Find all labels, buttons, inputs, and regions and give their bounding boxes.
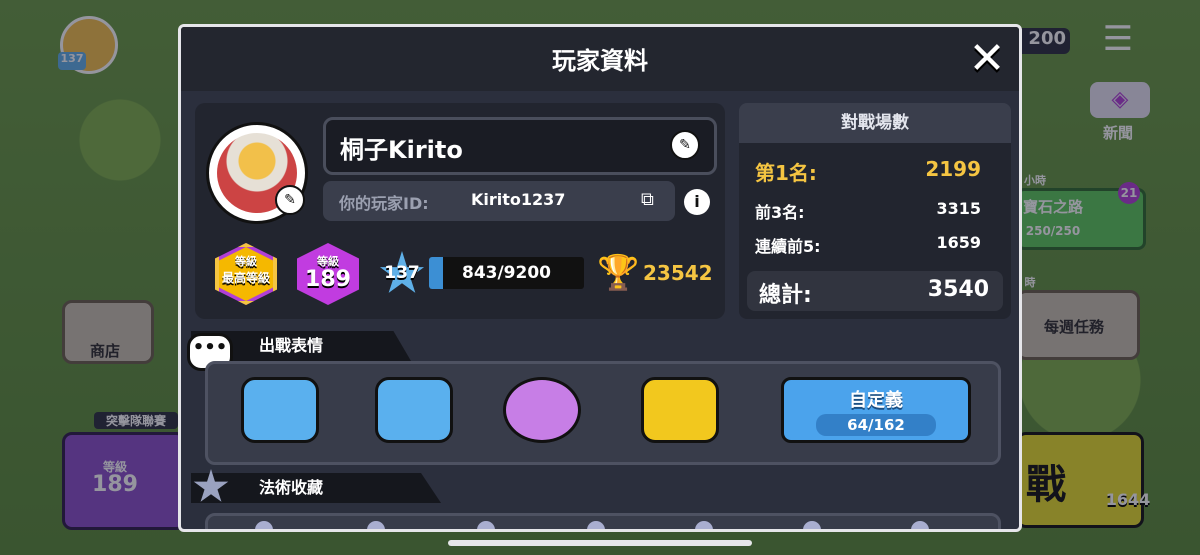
stat-row-top3: 前3名: 3315: [755, 199, 995, 225]
stat-first-value: 2199: [925, 157, 981, 181]
emote-slot-4[interactable]: [641, 377, 719, 443]
spells-section-title: 法術收藏: [191, 473, 441, 503]
player-profile-modal: 玩家資料 ✕ ✎ 桐子Kirito ✎ 你的玩家ID: Kirito1237 ⧉…: [178, 24, 1022, 532]
home-indicator: [448, 540, 752, 546]
battle-stats-panel: 第1名: 2199 前3名: 3315 連續前5: 1659 總計: 3540: [739, 143, 1011, 319]
player-id-value: Kirito1237: [471, 190, 566, 209]
customize-label: 自定義: [849, 390, 903, 411]
max-level-label-bottom: 最高等級: [221, 271, 270, 285]
trophy-count: 23542: [643, 261, 713, 285]
xp-level: 137: [384, 263, 420, 283]
spell-slot-7[interactable]: [911, 521, 929, 529]
battle-stats-title: 對戰場數: [739, 103, 1011, 143]
stat-total-label: 總計:: [759, 283, 812, 308]
customize-button[interactable]: 自定義 64/162: [781, 377, 971, 443]
close-button[interactable]: ✕: [967, 37, 1007, 81]
spell-slot-1[interactable]: [255, 521, 273, 529]
customize-count: 64/162: [816, 414, 936, 436]
stat-streak-label: 連續前5:: [755, 237, 821, 256]
stat-total-value: 3540: [927, 277, 989, 302]
xp-progress: 843/9200: [461, 263, 551, 283]
stat-top3-value: 3315: [936, 199, 981, 218]
emote-slot-3[interactable]: [503, 377, 581, 443]
spell-slot-4[interactable]: [587, 521, 605, 529]
spell-slot-6[interactable]: [803, 521, 821, 529]
player-name-box[interactable]: 桐子Kirito ✎: [323, 117, 717, 175]
stat-streak-value: 1659: [936, 233, 981, 252]
emote-slot-1[interactable]: [241, 377, 319, 443]
spell-slot-3[interactable]: [477, 521, 495, 529]
player-id-label: 你的玩家ID:: [339, 194, 429, 213]
stat-row-first: 第1名: 2199: [755, 157, 995, 185]
avatar-edit-icon[interactable]: ✎: [275, 185, 305, 215]
stat-first-label: 第1名:: [755, 161, 817, 185]
stat-total-row: 總計: 3540: [747, 271, 1003, 311]
player-name: 桐子Kirito: [340, 136, 463, 164]
close-icon[interactable]: ✕: [969, 33, 1006, 84]
info-icon[interactable]: i: [684, 189, 710, 215]
name-edit-icon[interactable]: ✎: [670, 130, 700, 160]
spell-slots: [205, 513, 1001, 529]
player-id-box: 你的玩家ID: Kirito1237 ⧉: [323, 181, 675, 221]
level-value: 189: [305, 267, 351, 292]
copy-icon[interactable]: ⧉: [641, 189, 663, 211]
max-level-label-top: 等級: [235, 255, 257, 268]
spell-slot-2[interactable]: [367, 521, 385, 529]
emote-slot-2[interactable]: [375, 377, 453, 443]
trophy-icon: 🏆: [597, 253, 640, 293]
stat-row-streak: 連續前5: 1659: [755, 233, 995, 259]
modal-title: 玩家資料: [552, 47, 648, 75]
xp-bar: 843/9200: [429, 257, 584, 289]
stat-top3-label: 前3名:: [755, 203, 805, 222]
spell-slot-5[interactable]: [695, 521, 713, 529]
